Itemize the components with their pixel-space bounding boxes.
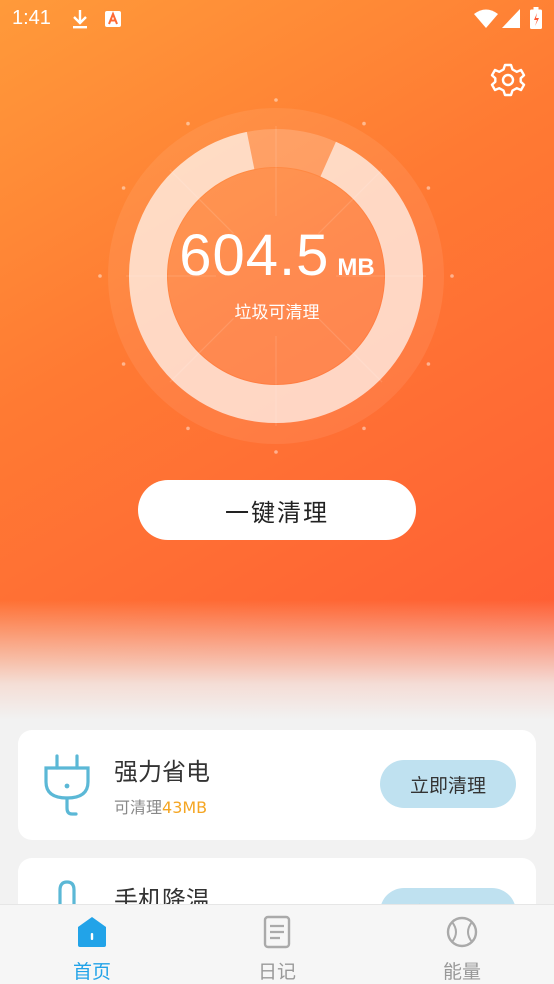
download-icon bbox=[73, 10, 87, 29]
app-notification-icon bbox=[105, 11, 121, 27]
gauge-tick-dot bbox=[362, 121, 366, 126]
gauge-tick-dot bbox=[426, 186, 431, 190]
gauge-tick-dot bbox=[274, 98, 278, 102]
gauge-tick-dot bbox=[186, 121, 190, 126]
home-icon bbox=[78, 917, 106, 947]
card-title: 强力省电 bbox=[114, 758, 210, 786]
plug-icon bbox=[44, 754, 90, 816]
gauge-tick-dot bbox=[121, 362, 126, 366]
tab-diary[interactable]: 日记 bbox=[185, 905, 369, 984]
signal-icon bbox=[502, 9, 520, 28]
card-desc: 可清理43MB bbox=[114, 794, 207, 818]
tab-label: 日记 bbox=[257, 961, 296, 983]
status-time: 1:41 bbox=[12, 7, 51, 29]
tab-energy[interactable]: 能量 bbox=[370, 905, 554, 984]
tab-home[interactable]: 首页 bbox=[0, 905, 184, 984]
gear-icon[interactable] bbox=[490, 62, 526, 98]
ball-icon bbox=[446, 916, 478, 948]
gauge-tick-dot bbox=[362, 426, 366, 431]
clean-now-button[interactable]: 立即清理 bbox=[380, 760, 516, 808]
gauge-tick-dot bbox=[426, 362, 431, 366]
junk-label: 垃圾可清理 bbox=[234, 303, 320, 323]
gauge-tick-dot bbox=[121, 186, 126, 190]
battery-icon bbox=[530, 7, 542, 29]
wifi-icon bbox=[474, 9, 498, 28]
junk-amount-unit: MB bbox=[337, 254, 375, 281]
status-bar: 1:41 bbox=[0, 0, 554, 38]
gauge-tick-dot bbox=[274, 450, 278, 454]
tab-label: 首页 bbox=[72, 961, 111, 983]
tab-label: 能量 bbox=[442, 961, 481, 983]
power-saving-card[interactable]: 强力省电 可清理43MB 立即清理 bbox=[18, 730, 536, 840]
bottom-tab-bar: 首页 日记 能量 bbox=[0, 904, 554, 984]
document-icon bbox=[263, 915, 291, 949]
junk-amount: 604.5 MB bbox=[0, 222, 554, 289]
gauge-tick-dot bbox=[186, 426, 190, 431]
card-desc-size: 43MB bbox=[162, 798, 208, 817]
card-desc-prefix: 可清理 bbox=[114, 798, 163, 817]
hero-fade bbox=[0, 600, 554, 720]
one-click-clean-button[interactable]: 一键清理 bbox=[138, 480, 416, 540]
junk-amount-value: 604.5 bbox=[179, 223, 330, 288]
